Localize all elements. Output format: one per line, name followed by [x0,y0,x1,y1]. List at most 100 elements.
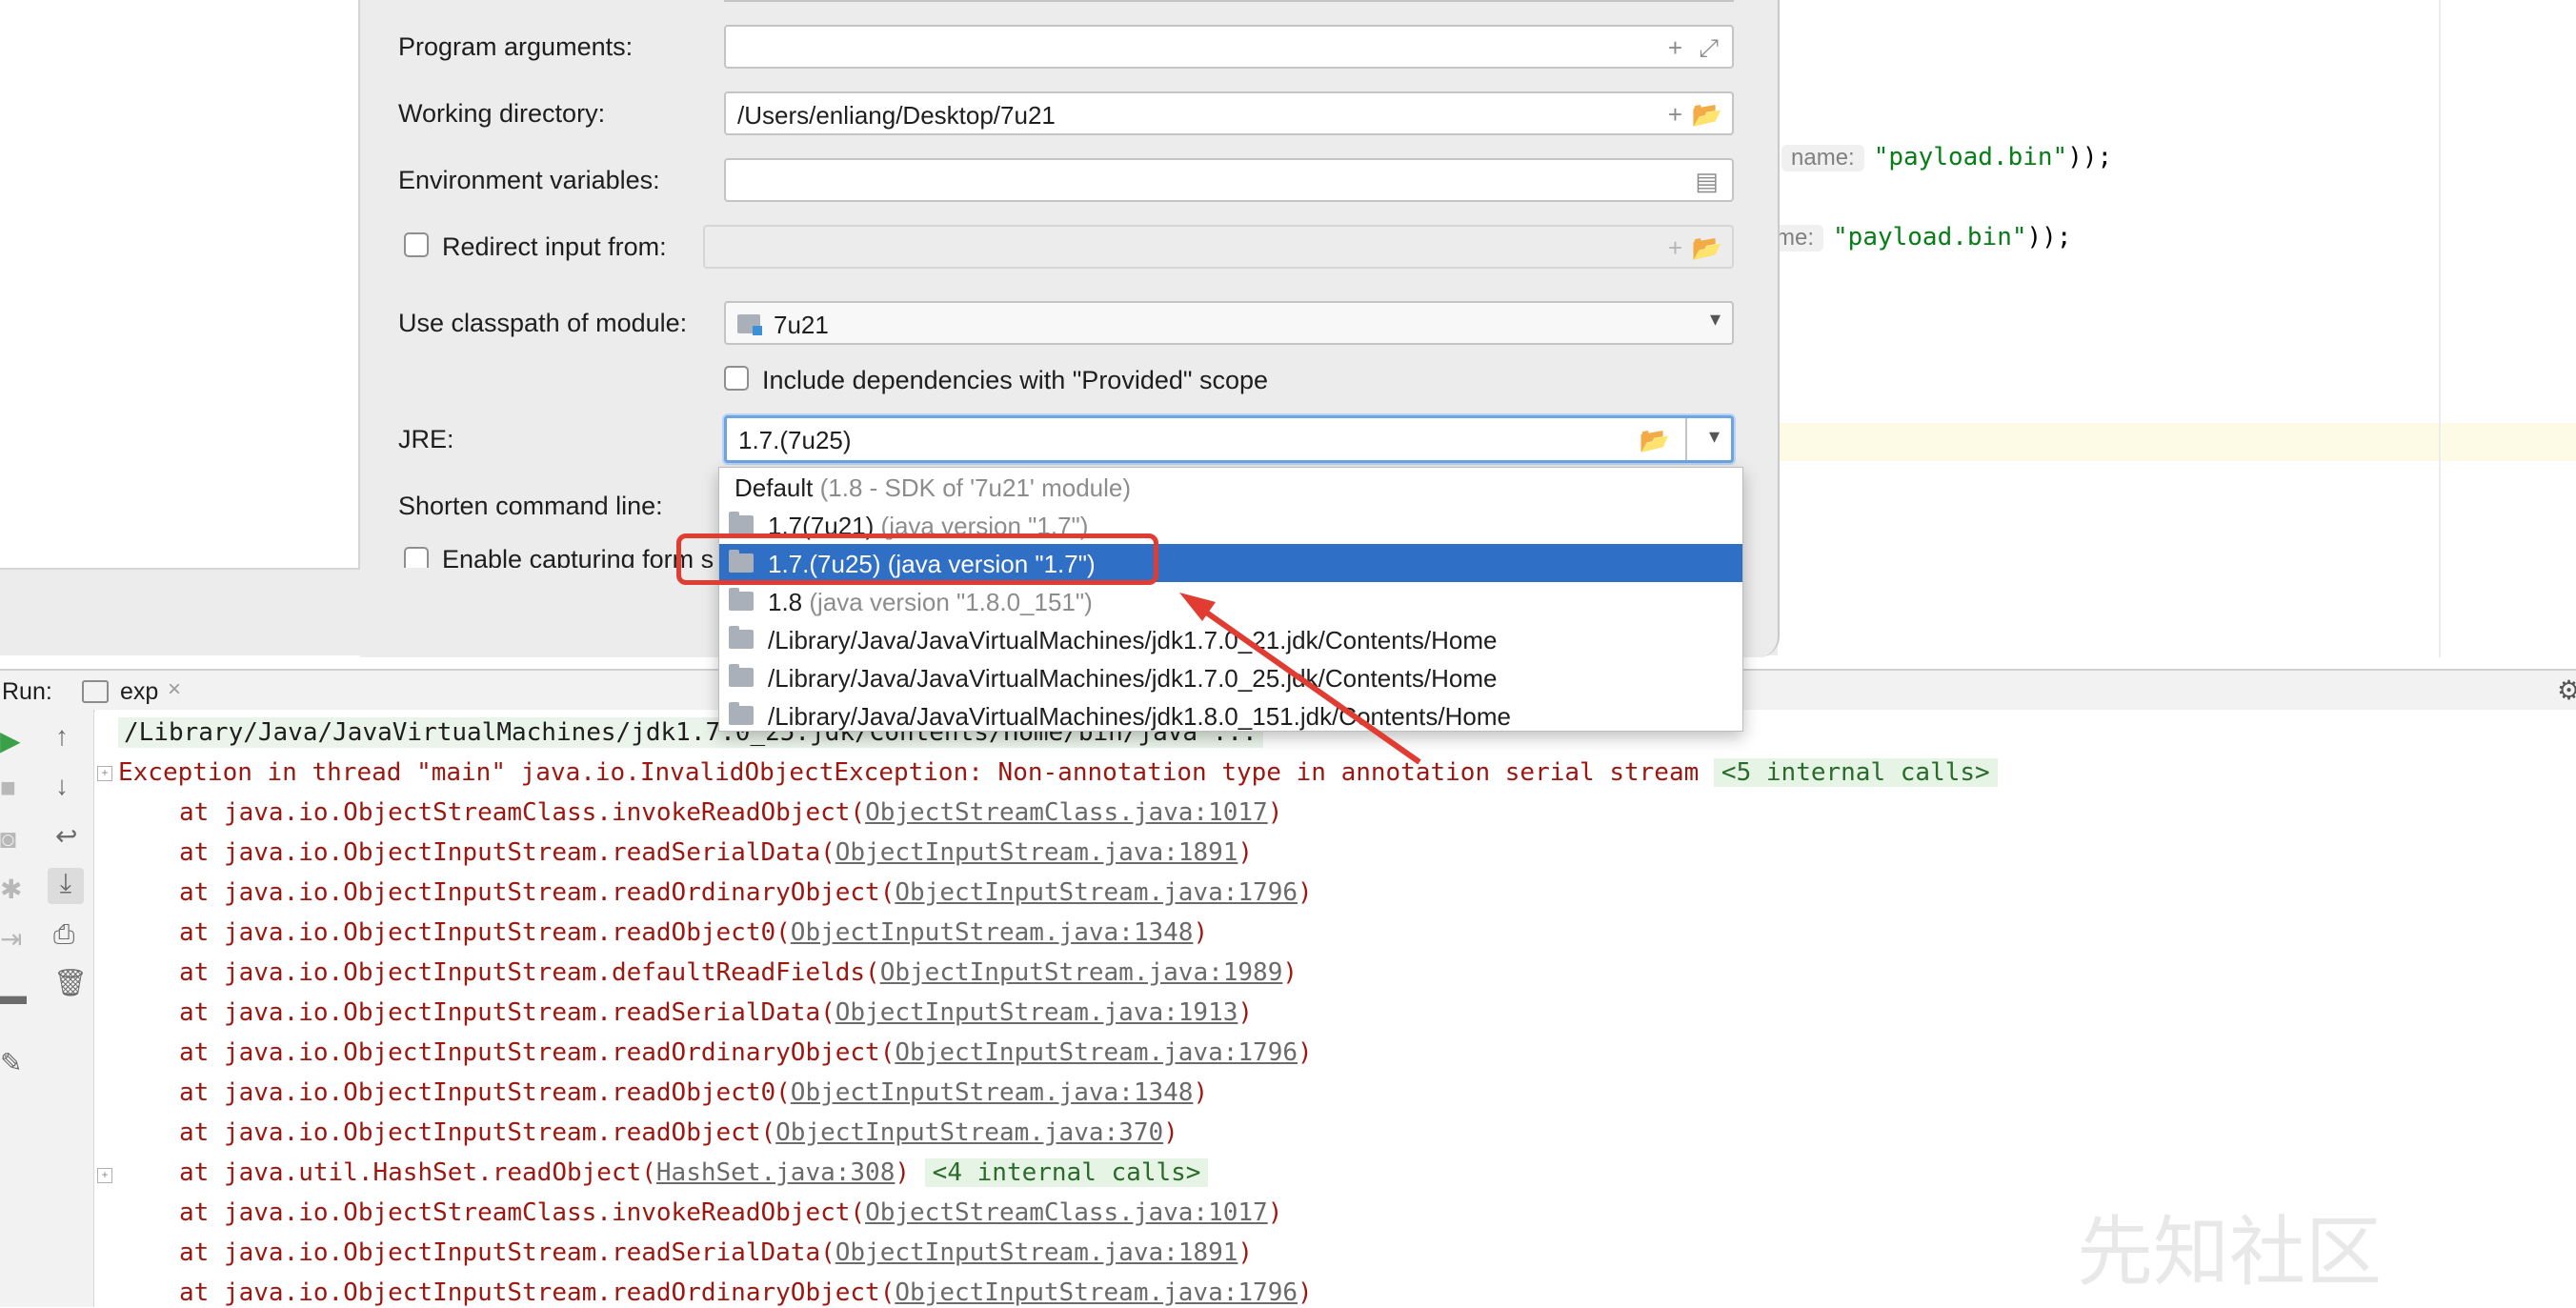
string-literal: "payload.bin" [1833,223,2027,252]
plus-icon[interactable]: + [1668,233,1682,263]
jre-value: 1.7.(7u25) [738,426,852,454]
trace-suffix: ) [1163,1118,1178,1147]
jre-option-label: /Library/Java/JavaVirtualMachines/jdk1.8… [768,702,1511,731]
folder-open-icon[interactable]: 📂 [1692,100,1722,130]
jre-option[interactable]: /Library/Java/JavaVirtualMachines/jdk1.8… [719,696,1742,731]
soft-wrap-icon[interactable]: ↩ [55,820,77,852]
jre-option-name: Default [735,473,814,502]
shorten-command-line-label: Shorten command line: [398,492,663,520]
jre-option-label: /Library/Java/JavaVirtualMachines/jdk1.7… [768,664,1497,694]
program-arguments-field[interactable]: + ⤢ [724,25,1734,69]
stack-trace-line: at java.io.ObjectInputStream.readSerialD… [179,1238,1253,1268]
stack-trace-line: at java.io.ObjectInputStream.readObject0… [179,1077,1208,1108]
trash-icon[interactable]: 🗑 [53,967,88,998]
watermark: 先知社区 [2077,1210,2382,1295]
stack-trace-line: at java.io.ObjectInputStream.readOrdinar… [179,1278,1313,1308]
redirect-input-checkbox[interactable] [404,232,429,257]
plus-icon[interactable]: + [1668,33,1682,63]
jre-option-label: Default (1.8 - SDK of '7u21' module) [735,473,1131,503]
environment-variables-field[interactable]: ▤ [724,158,1734,202]
trace-method: at java.io.ObjectStreamClass.invokeReadO… [179,1198,866,1227]
trace-suffix: ) [1193,1078,1209,1107]
pin-icon[interactable]: ✎ [0,1047,22,1078]
folder-icon [729,702,754,725]
exception-text: Exception in thread "main" java.io.Inval… [118,758,1700,787]
jre-option[interactable]: 1.8 (java version "1.8.0_151") [719,582,1742,620]
jre-option-version: (1.8 - SDK of '7u21' module) [813,473,1132,502]
arrow-down-icon[interactable]: ↓ [55,771,69,801]
stack-trace-line: at java.io.ObjectStreamClass.invokeReadO… [179,1197,1282,1228]
chevron-down-icon[interactable]: ▾ [1710,307,1721,332]
source-link[interactable]: ObjectInputStream.java:1989 [880,958,1283,987]
jre-label: JRE: [398,425,454,453]
trace-method: at java.io.ObjectInputStream.readObject0… [179,918,791,947]
folder-open-icon[interactable]: 📂 [1640,426,1670,455]
jre-option[interactable]: /Library/Java/JavaVirtualMachines/jdk1.7… [719,620,1742,658]
plus-icon[interactable]: + [1668,100,1682,130]
code-editor[interactable] [1780,0,2576,657]
jre-dropdown-popup: Default (1.8 - SDK of '7u21' module) 1.7(… [718,467,1743,732]
arrow-up-icon[interactable]: ↑ [55,721,69,752]
source-link[interactable]: ObjectInputStream.java:1891 [835,838,1238,867]
internal-calls-badge[interactable]: <5 internal calls> [1713,758,1998,787]
stack-trace-line: at java.io.ObjectInputStream.readSerialD… [179,997,1253,1028]
classpath-module-select[interactable]: 7u21 ▾ [724,301,1734,345]
source-link[interactable]: ObjectInputStream.java:1348 [791,918,1194,947]
enable-capturing-checkbox[interactable] [404,547,429,568]
stack-trace-line: at java.io.ObjectInputStream.readOrdinar… [179,1037,1313,1068]
jre-combobox[interactable]: 1.7.(7u25) 📂 ▾ [724,415,1734,463]
code-line: name: "payload.bin")); [1781,143,2112,171]
source-link[interactable]: ObjectInputStream.java:1913 [835,998,1238,1027]
redirect-input-field[interactable]: + 📂 [703,225,1734,269]
folder-open-icon[interactable]: 📂 [1692,233,1722,263]
source-link[interactable]: HashSet.java:308 [656,1158,895,1187]
expand-icon[interactable]: ⤢ [1699,33,1719,64]
source-link[interactable]: ObjectInputStream.java:1796 [895,1038,1298,1067]
camera-icon[interactable]: ◙ [0,824,16,855]
jre-option[interactable]: /Library/Java/JavaVirtualMachines/jdk1.7… [719,658,1742,696]
source-link[interactable]: ObjectStreamClass.java:1017 [865,798,1268,827]
enable-capturing-row[interactable]: Enable capturing form s [398,545,718,568]
trace-method: at java.io.ObjectInputStream.readSerialD… [179,1238,835,1267]
fold-icon[interactable]: + [97,1168,112,1183]
source-link[interactable]: ObjectInputStream.java:370 [775,1118,1163,1147]
source-link[interactable]: ObjectStreamClass.java:1017 [865,1198,1268,1227]
trace-method: at java.io.ObjectInputStream.defaultRead… [179,958,880,987]
debug-icon[interactable]: ✱ [0,874,22,905]
trace-suffix: ) [1298,1278,1313,1307]
close-tab-icon[interactable]: × [168,676,181,703]
stack-trace-line: at java.io.ObjectStreamClass.invokeReadO… [179,797,1282,828]
stack-trace-line: at java.io.ObjectInputStream.readOrdinar… [179,877,1313,908]
layout-icon[interactable]: ▬ [0,980,27,1011]
fold-icon[interactable]: + [97,766,112,781]
working-directory-value: /Users/enliang/Desktop/7u21 [737,101,1056,130]
source-link[interactable]: ObjectInputStream.java:1891 [835,1238,1238,1267]
jre-option-name: /Library/Java/JavaVirtualMachines/jdk1.7… [768,626,1498,654]
working-directory-field[interactable]: /Users/enliang/Desktop/7u21 + 📂 [724,91,1734,135]
internal-calls-badge[interactable]: <4 internal calls> [924,1158,1209,1187]
source-link[interactable]: ObjectInputStream.java:1796 [895,878,1298,907]
run-tab-exp[interactable]: exp [120,678,158,706]
jre-option[interactable]: Default (1.8 - SDK of '7u21' module) [719,468,1742,506]
folder-icon [729,588,754,611]
scroll-to-end-icon[interactable]: ⤓ [48,868,84,904]
gear-icon[interactable]: ⚙ [2557,674,2576,706]
source-link[interactable]: ObjectInputStream.java:1348 [791,1078,1194,1107]
exit-icon[interactable]: ⇥ [0,923,22,955]
trace-suffix: ) [1298,1038,1313,1067]
print-icon[interactable]: ⎙ [53,919,74,951]
jre-option-label: 1.8 (java version "1.8.0_151") [768,588,1093,617]
jre-option-name: /Library/Java/JavaVirtualMachines/jdk1.8… [768,702,1511,731]
document-icon[interactable]: ▤ [1695,167,1719,196]
include-provided-checkbox[interactable] [724,366,749,391]
stack-trace-line: at java.util.HashSet.readObject(HashSet.… [179,1157,1209,1188]
stack-trace-line: at java.io.ObjectInputStream.readObject0… [179,917,1208,948]
stop-icon[interactable]: ■ [0,773,16,803]
source-link[interactable]: ObjectInputStream.java:1796 [895,1278,1298,1307]
trace-method: at java.io.ObjectInputStream.readSerialD… [179,838,835,867]
trace-suffix: ) [895,1158,911,1187]
jre-option-name: /Library/Java/JavaVirtualMachines/jdk1.7… [768,664,1498,693]
rerun-icon[interactable]: ▶ [0,725,21,756]
trace-method: at java.io.ObjectInputStream.readObject( [179,1118,776,1147]
chevron-down-icon[interactable]: ▾ [1709,424,1720,449]
